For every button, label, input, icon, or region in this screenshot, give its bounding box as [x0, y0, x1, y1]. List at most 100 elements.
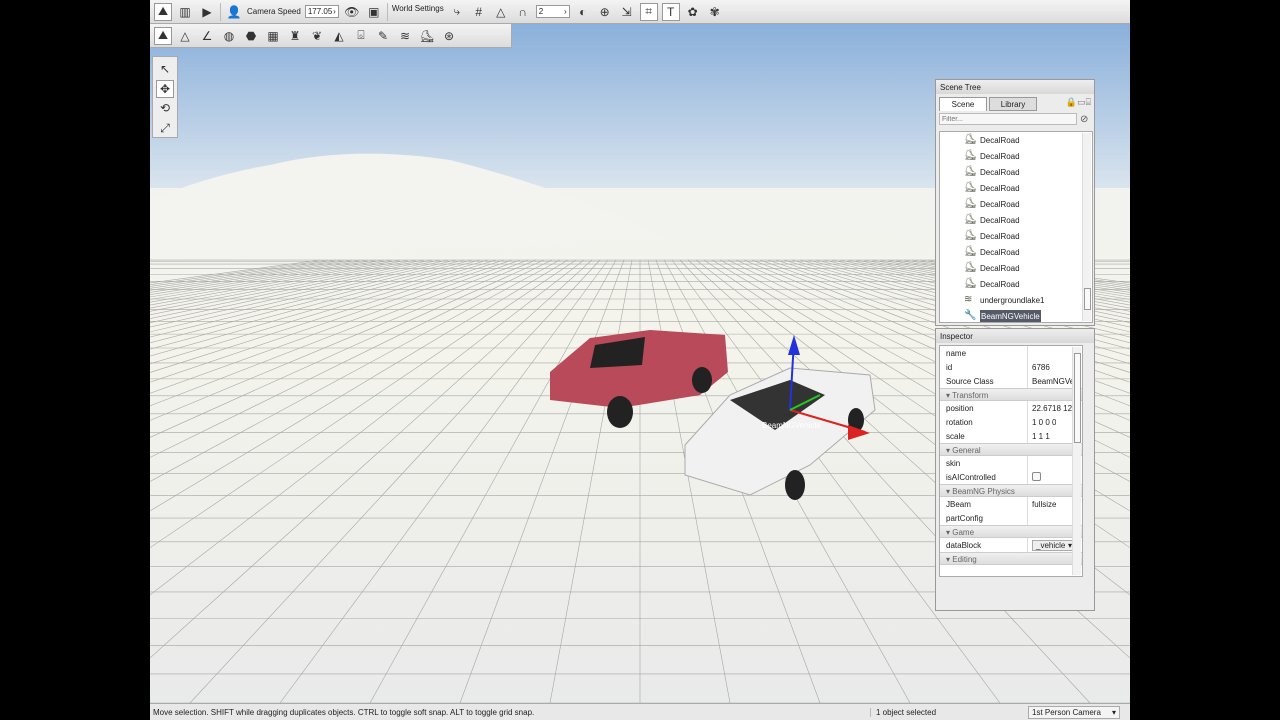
section-general[interactable]: ▾ General	[940, 443, 1082, 456]
tree-item[interactable]: ⛸ DecalRoad	[940, 228, 1092, 244]
tool-palette: ↖ ✥ ⟲ ⤢	[152, 56, 178, 138]
text-icon[interactable]: T	[661, 2, 680, 21]
camera-speed-label: Camera Speed	[247, 7, 301, 16]
bug-icon[interactable]: ✾	[706, 3, 724, 21]
tree-item[interactable]: ⛸ DecalRoad	[940, 196, 1092, 212]
move-icon[interactable]: ✥	[156, 79, 174, 98]
editor-toolbar: ⛰ △ ∠ ◍ ⬣ ▦ ♜ ❦ ◭ ⌺ ✎ ≋ ⛸ ⊛	[150, 24, 512, 48]
rotate-icon[interactable]: ⟲	[156, 100, 174, 118]
eye-icon[interactable]: 👁	[343, 3, 361, 21]
decal-road-icon: ⛸	[964, 230, 977, 241]
tree-item[interactable]: ⛸ DecalRoad	[940, 276, 1092, 292]
scrollbar[interactable]	[1072, 347, 1081, 575]
tree-item[interactable]: ⛸ DecalRoad	[940, 180, 1092, 196]
jbeam-field[interactable]: fullsize	[1028, 500, 1056, 509]
road-icon[interactable]: ◭	[330, 27, 348, 45]
section-label: General	[952, 446, 981, 455]
rotation-field[interactable]: 1 0 0 0	[1028, 418, 1056, 427]
decal-road-icon: ⛸	[964, 134, 977, 145]
section-label: Game	[952, 528, 975, 537]
tree-item[interactable]: ⛸ DecalRoad	[940, 260, 1092, 276]
layout-icon[interactable]: ▥	[176, 3, 194, 21]
select-arrow-icon[interactable]: ↖	[156, 60, 174, 78]
id-value: 6786	[1032, 362, 1050, 372]
river-icon[interactable]: ≋	[396, 27, 414, 45]
leaf-icon[interactable]: ❦	[308, 27, 326, 45]
decal-road-icon: ⛸	[964, 246, 977, 257]
id-label: id	[940, 360, 1028, 374]
terrain-editor-icon[interactable]: ⛰	[154, 2, 172, 21]
tree-item-label: DecalRoad	[980, 183, 1020, 193]
scale-field[interactable]: 1 1 1	[1028, 432, 1050, 441]
property-grid: name id 6786 Source Class BeamNGVeh ▾ Tran…	[939, 345, 1083, 577]
camera-mode-dropdown[interactable]: 1st Person Camera ▾	[1028, 705, 1120, 719]
lock-folder-icons[interactable]: 🔒▭⌸	[1066, 97, 1091, 111]
datablock-dropdown[interactable]: _vehicle ▾	[1032, 539, 1076, 551]
align-icon[interactable]: ⇲	[618, 3, 636, 21]
decal-road-icon[interactable]: ⛸	[418, 27, 436, 45]
chevron-down-icon: ▾	[1111, 707, 1116, 717]
person-icon[interactable]: 👤	[225, 3, 243, 21]
frame-icon[interactable]: ▣	[365, 3, 383, 21]
ai-controlled-checkbox[interactable]	[1032, 471, 1041, 481]
tab-scene[interactable]: Scene	[939, 97, 987, 111]
tree-item-label: BeamNGVehicle	[980, 309, 1041, 322]
datablock-icon[interactable]: ▦	[264, 27, 282, 45]
section-transform[interactable]: ▾ Transform	[940, 388, 1082, 401]
terrain-icon[interactable]: △	[176, 27, 194, 45]
divider	[386, 2, 388, 21]
terrain-snap-icon[interactable]: △	[492, 3, 510, 21]
section-beamng-physics[interactable]: ▾ BeamNG Physics	[940, 484, 1082, 497]
scene-tree-panel: Scene Tree Scene Library 🔒▭⌸ ⊘ ⛸DecalRoa…	[935, 79, 1095, 326]
chevron-right-icon[interactable]: ›	[333, 7, 336, 16]
mesh-road-icon[interactable]: ✎	[374, 27, 392, 45]
object-snap-icon[interactable]: ◐	[574, 3, 592, 21]
object-editor-icon[interactable]: ⛰	[154, 26, 172, 45]
grid-size-input[interactable]: 2 ›	[535, 5, 570, 18]
render-icon[interactable]: ✿	[684, 3, 702, 21]
decal-icon[interactable]: ⌺	[352, 27, 370, 45]
section-game[interactable]: ▾ Game	[940, 525, 1082, 538]
world-settings-label[interactable]: World Settings	[392, 4, 444, 13]
center-icon[interactable]: ⊕	[596, 3, 614, 21]
section-editing[interactable]: ▾ Editing	[940, 552, 1082, 565]
vehicle-icon: 🔧	[964, 310, 977, 321]
datablock-label: dataBlock	[940, 538, 1028, 552]
magnet-icon[interactable]: ∩	[514, 3, 532, 21]
tree-item[interactable]: ⛸ DecalRoad	[940, 244, 1092, 260]
tree-item-label: undergroundlake1	[980, 295, 1045, 305]
scale-icon[interactable]: ⤢	[156, 119, 174, 137]
play-icon[interactable]: ▶	[198, 3, 216, 21]
position-field[interactable]: 22.6718 122	[1028, 404, 1077, 413]
globe-icon[interactable]: ◍	[220, 27, 238, 45]
tab-library[interactable]: Library	[989, 97, 1037, 111]
scene-tree-list: ⛸ DecalRoad ⛸ DecalRoad ⛸ DecalRoad ⛸ DecalRoad…	[939, 131, 1093, 323]
paint-icon[interactable]: ∠	[198, 27, 216, 45]
tree-item-label: DecalRoad	[980, 199, 1020, 209]
filter-input[interactable]	[939, 113, 1077, 125]
name-label: name	[940, 346, 1028, 360]
tree-item[interactable]: ≋ undergroundlake1	[940, 292, 1092, 308]
tree-item-label: DecalRoad	[980, 247, 1020, 257]
status-message: Move selection. SHIFT while dragging dup…	[153, 707, 535, 717]
tree-item[interactable]: ⛸ DecalRoad	[940, 164, 1092, 180]
tree-item[interactable]: ⛸ DecalRoad	[940, 148, 1092, 164]
clear-filter-icon[interactable]: ⊘	[1080, 114, 1088, 125]
jbeam-label: JBeam	[940, 497, 1028, 511]
scrollbar[interactable]	[1082, 133, 1091, 321]
camera-speed-input[interactable]: 177.05 ›	[304, 5, 339, 18]
position-label: position	[940, 401, 1028, 415]
tree-item-label: DecalRoad	[980, 215, 1020, 225]
tree-item[interactable]: 🔧 BeamNGVehicle	[940, 308, 1092, 322]
material-icon[interactable]: ⬣	[242, 27, 260, 45]
tree-item[interactable]: ⛸ DecalRoad	[940, 212, 1092, 228]
chevron-right-icon[interactable]: ›	[564, 7, 567, 16]
tree-item[interactable]: ⛸ DecalRoad	[940, 132, 1092, 148]
nav-mesh-icon[interactable]: ⊛	[440, 27, 458, 45]
grid-icon[interactable]: #	[470, 3, 488, 21]
inspector-title: Inspector	[936, 329, 1094, 343]
snap-icon[interactable]: ⤷	[448, 3, 466, 21]
datablock-value: _vehicle	[1036, 540, 1066, 550]
select-object-icon[interactable]: ⌗	[639, 2, 658, 21]
forest-icon[interactable]: ♜	[286, 27, 304, 45]
